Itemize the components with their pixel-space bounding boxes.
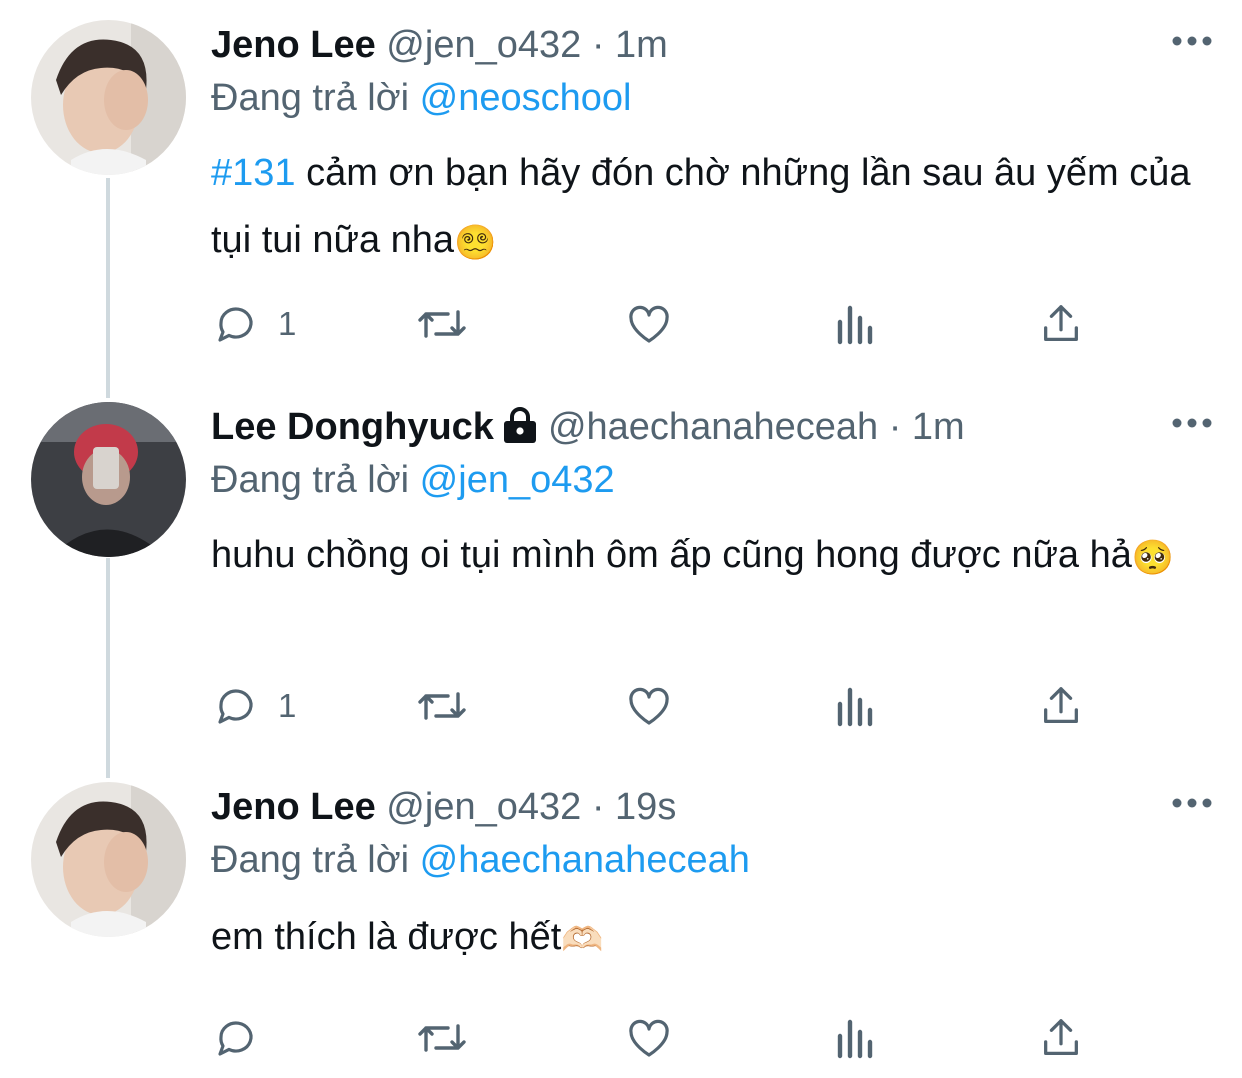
retweet-icon [418, 692, 466, 720]
handle[interactable]: @jen_o432 [386, 24, 581, 66]
avatar[interactable] [31, 402, 186, 557]
retweet-icon [418, 310, 466, 338]
share-icon [1044, 687, 1078, 723]
reply-icon [218, 689, 253, 724]
separator: · [888, 406, 902, 448]
timestamp[interactable]: 1m [912, 406, 965, 448]
analytics-icon [837, 1019, 873, 1059]
display-name[interactable]: Lee Donghyuck [211, 406, 494, 448]
tweet-body: cảm ơn bạn hãy đón chờ những lần sau âu … [211, 152, 1191, 261]
emoji: 🥺 [1131, 539, 1175, 577]
tweet-body: em thích là được hết [211, 916, 562, 958]
heart-icon [629, 305, 669, 343]
reply-icon [218, 1021, 253, 1056]
handle[interactable]: @jen_o432 [386, 786, 581, 828]
replying-to: Đang trả lời @neoschool [211, 72, 1212, 124]
separator: · [591, 786, 605, 828]
display-name[interactable]: Jeno Lee [211, 24, 376, 66]
views-button[interactable] [834, 1008, 878, 1068]
retweet-button[interactable] [414, 294, 470, 354]
tweet[interactable]: Jeno Lee @jen_o432 · 19s Đang trả lời @h… [0, 782, 1242, 1078]
reply-button[interactable]: 1 [212, 676, 296, 736]
like-button[interactable] [624, 294, 674, 354]
analytics-icon [837, 305, 873, 345]
mention-link[interactable]: @neoschool [420, 77, 632, 119]
tweet[interactable]: Lee Donghyuck @haechanaheceah · 1m Đang t… [0, 402, 1242, 762]
more-icon[interactable] [1172, 418, 1212, 428]
reply-icon [218, 307, 253, 342]
replying-prefix: Đang trả lời [211, 839, 410, 881]
share-button[interactable] [1038, 294, 1084, 354]
tweet-text: em thích là được hết🫶🏻 [211, 904, 1212, 974]
more-icon[interactable] [1172, 798, 1212, 808]
handle[interactable]: @haechanaheceah [548, 406, 878, 448]
retweet-icon [418, 1024, 466, 1052]
timestamp[interactable]: 19s [615, 786, 676, 828]
mention-link[interactable]: @haechanaheceah [420, 839, 750, 881]
display-name[interactable]: Jeno Lee [211, 786, 376, 828]
reply-count: 1 [278, 305, 297, 342]
tweet-header: Lee Donghyuck @haechanaheceah · 1m [211, 402, 1212, 452]
views-button[interactable] [834, 676, 878, 736]
retweet-button[interactable] [414, 1008, 470, 1068]
replying-prefix: Đang trả lời [211, 459, 410, 501]
tweet-actions [0, 1008, 1242, 1068]
emoji: 😵‍💫 [454, 224, 497, 262]
heart-icon [629, 687, 669, 725]
share-icon [1044, 305, 1078, 341]
views-button[interactable] [834, 294, 878, 354]
avatar[interactable] [31, 20, 186, 175]
share-button[interactable] [1038, 1008, 1084, 1068]
more-icon[interactable] [1172, 36, 1212, 46]
timestamp[interactable]: 1m [615, 24, 668, 66]
replying-to: Đang trả lời @jen_o432 [211, 454, 1212, 506]
tweet-actions: 1 [0, 294, 1242, 354]
tweet-text: huhu chồng oi tụi mình ôm ấp cũng hong đ… [211, 522, 1212, 592]
like-button[interactable] [624, 1008, 674, 1068]
mention-link[interactable]: @jen_o432 [420, 459, 615, 501]
share-icon [1044, 1019, 1078, 1055]
tweet-header: Jeno Lee @jen_o432 · 19s [211, 782, 1212, 832]
retweet-button[interactable] [414, 676, 470, 736]
reply-button[interactable]: 1 [212, 294, 296, 354]
analytics-icon [837, 687, 873, 727]
reply-count: 1 [278, 687, 297, 724]
reply-button[interactable] [212, 1008, 260, 1068]
tweet-body: huhu chồng oi tụi mình ôm ấp cũng hong đ… [211, 534, 1132, 576]
tweet[interactable]: Jeno Lee @jen_o432 · 1m Đang trả lời @ne… [0, 20, 1242, 380]
like-button[interactable] [624, 676, 674, 736]
emoji: 🫶🏻 [561, 921, 604, 959]
tweet-actions: 1 [0, 676, 1242, 736]
share-button[interactable] [1038, 676, 1084, 736]
tweet-header: Jeno Lee @jen_o432 · 1m [211, 20, 1212, 70]
separator: · [591, 24, 605, 66]
avatar[interactable] [31, 782, 186, 937]
replying-to: Đang trả lời @haechanaheceah [211, 834, 1212, 886]
heart-icon [629, 1019, 669, 1057]
replying-prefix: Đang trả lời [211, 77, 410, 119]
hashtag-link[interactable]: #131 [211, 152, 296, 194]
tweet-text: #131 cảm ơn bạn hãy đón chờ những lần sa… [211, 140, 1212, 277]
lock-icon [503, 407, 536, 443]
